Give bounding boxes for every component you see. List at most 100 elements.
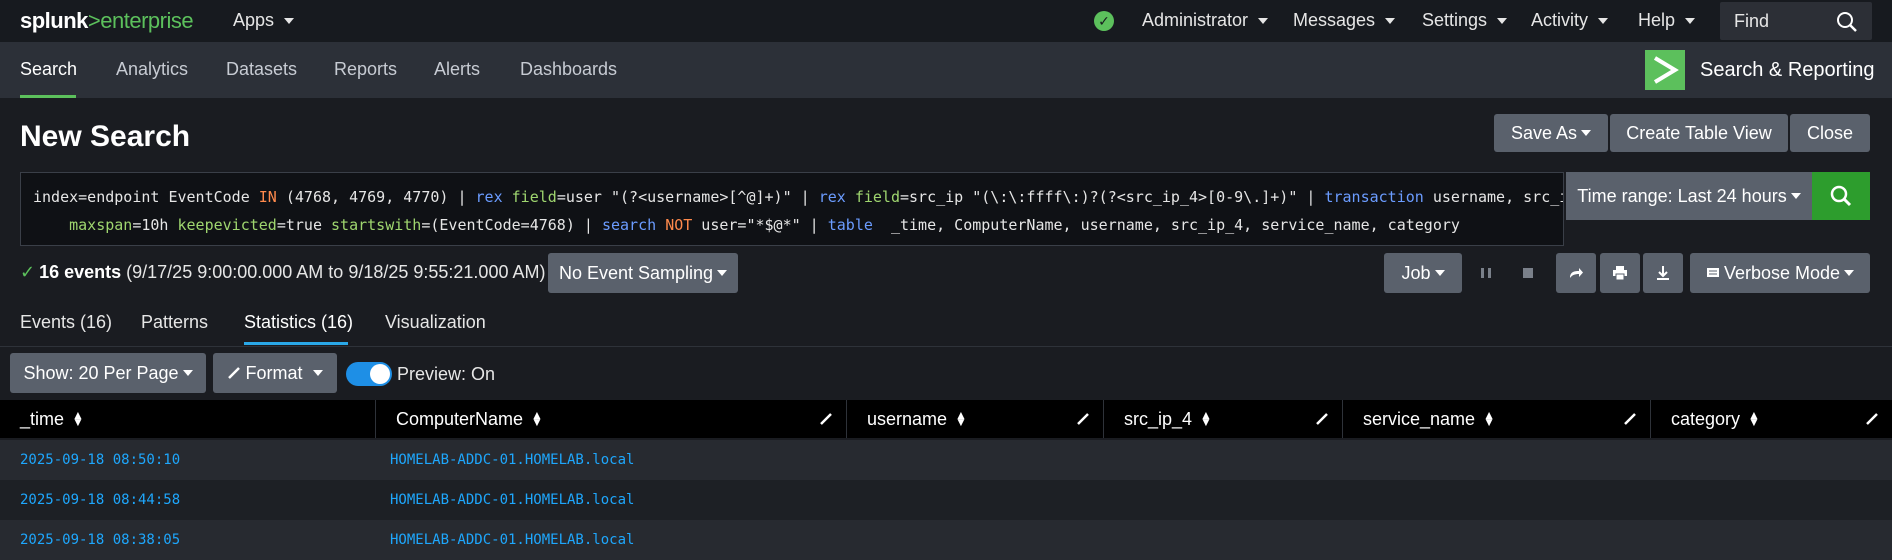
query-token: table [827, 216, 873, 234]
column-header-username[interactable]: username ▲ ▼ [847, 400, 1104, 438]
pencil-icon[interactable] [1864, 411, 1880, 427]
chevron-down-icon [1790, 193, 1801, 199]
search-reporting-app-icon [1645, 50, 1685, 90]
column-header-service-name[interactable]: service_name ▲ ▼ [1343, 400, 1651, 438]
tab-search[interactable]: Search [20, 59, 77, 80]
query-token: search [601, 216, 657, 234]
pencil-icon[interactable] [1622, 411, 1638, 427]
format-dropdown[interactable]: Format [213, 353, 337, 393]
search-query-editor[interactable]: index=endpoint EventCode IN (4768, 4769,… [20, 172, 1564, 246]
pencil-icon[interactable] [818, 411, 834, 427]
tab-statistics[interactable]: Statistics (16) [244, 312, 353, 333]
preview-toggle[interactable] [346, 362, 392, 386]
pencil-icon[interactable] [1075, 411, 1091, 427]
table-row: 2025-09-18 08:38:05 HOMELAB-ADDC-01.HOME… [0, 520, 1892, 560]
health-status-icon[interactable]: ✓ [1094, 11, 1114, 31]
user-menu[interactable]: Administrator [1142, 10, 1269, 31]
column-header-computername[interactable]: ComputerName ▲ ▼ [376, 400, 847, 438]
check-icon: ✓ [20, 262, 36, 282]
query-token: username, src_ip_4 [1432, 188, 1563, 206]
chevron-down-icon [1258, 17, 1269, 24]
top-bar: splunk>enterprise Apps ✓ Administrator M… [0, 0, 1892, 42]
share-button[interactable] [1556, 253, 1596, 293]
query-token: maxspan [69, 216, 133, 234]
search-mode-dropdown[interactable]: Verbose Mode [1690, 253, 1870, 293]
time-cell[interactable]: 2025-09-18 08:44:58 [20, 480, 180, 520]
query-token: =true [276, 216, 332, 234]
query-token: field [511, 188, 557, 206]
computername-cell[interactable]: HOMELAB-ADDC-01.HOMELAB.local [390, 480, 634, 520]
stop-button[interactable] [1510, 253, 1546, 293]
sort-icon: ▲ ▼ [955, 408, 967, 429]
preview-label: Preview: On [397, 364, 496, 384]
page-title: New Search [20, 120, 191, 153]
event-count: 16 events [39, 262, 122, 282]
chevron-down-icon [182, 370, 193, 376]
pencil-icon[interactable] [1314, 411, 1330, 427]
chevron-down-icon [1497, 17, 1508, 24]
tab-patterns[interactable]: Patterns [141, 312, 208, 333]
pause-button[interactable] [1468, 253, 1504, 293]
apps-menu[interactable]: Apps [233, 10, 295, 31]
job-menu[interactable]: Job [1384, 253, 1462, 293]
search-icon [1837, 12, 1857, 32]
help-menu[interactable]: Help [1638, 10, 1696, 31]
column-header-category[interactable]: category ▲ ▼ [1651, 400, 1892, 438]
sort-icon: ▲ ▼ [72, 408, 84, 429]
toggle-knob [370, 364, 390, 384]
active-tab-indicator [244, 342, 348, 345]
messages-menu[interactable]: Messages [1293, 10, 1396, 31]
query-token: =src_ip "(\:\:ffff\:)?(?<src_ip_4>[0-9\.… [900, 188, 1325, 206]
settings-menu[interactable]: Settings [1422, 10, 1508, 31]
divider [0, 346, 1892, 347]
chevron-down-icon [717, 270, 728, 276]
activity-menu[interactable]: Activity [1531, 10, 1609, 31]
computername-cell[interactable]: HOMELAB-ADDC-01.HOMELAB.local [390, 440, 634, 480]
column-header-src-ip-4[interactable]: src_ip_4 ▲ ▼ [1104, 400, 1343, 438]
tab-events[interactable]: Events (16) [20, 312, 112, 333]
time-range-picker[interactable]: Time range: Last 24 hours [1566, 172, 1812, 220]
search-icon [1830, 185, 1852, 207]
tab-analytics[interactable]: Analytics [116, 59, 188, 80]
close-button[interactable]: Close [1790, 114, 1870, 152]
create-table-view-button[interactable]: Create Table View [1610, 114, 1788, 152]
event-count-summary: ✓ 16 events (9/17/25 9:00:00.000 AM to 9/… [20, 262, 545, 283]
query-token: rex [818, 188, 846, 206]
query-token: (4768, 4769, 4770) | [276, 188, 476, 206]
column-header-time[interactable]: _time ▲ ▼ [0, 400, 376, 438]
message-icon [1706, 268, 1719, 277]
export-button[interactable] [1643, 253, 1683, 293]
chevron-down-icon [284, 17, 295, 24]
tab-datasets[interactable]: Datasets [226, 59, 297, 80]
query-token [33, 216, 69, 234]
tab-reports[interactable]: Reports [334, 59, 397, 80]
query-token: user="*$@*" | [692, 216, 828, 234]
share-icon [1570, 268, 1583, 278]
chevron-down-icon [1434, 270, 1445, 276]
save-as-button[interactable]: Save As [1494, 114, 1608, 152]
stop-icon [1523, 268, 1533, 278]
splunk-logo[interactable]: splunk>enterprise [20, 8, 194, 34]
tab-alerts[interactable]: Alerts [434, 59, 480, 80]
tab-dashboards[interactable]: Dashboards [520, 59, 617, 80]
query-token: IN [258, 188, 277, 206]
time-cell[interactable]: 2025-09-18 08:50:10 [20, 440, 180, 480]
query-line-1: index=endpoint EventCode IN (4768, 4769,… [33, 183, 1563, 211]
query-token: NOT [665, 216, 693, 234]
rows-per-page-dropdown[interactable]: Show: 20 Per Page [10, 353, 206, 393]
computername-cell[interactable]: HOMELAB-ADDC-01.HOMELAB.local [390, 520, 634, 560]
chevron-down-icon [1581, 130, 1592, 136]
print-button[interactable] [1600, 253, 1640, 293]
tab-visualization[interactable]: Visualization [385, 312, 486, 333]
run-search-button[interactable] [1812, 172, 1870, 220]
event-sampling-dropdown[interactable]: No Event Sampling [548, 253, 738, 293]
query-token: _time, ComputerName, username, src_ip_4,… [872, 216, 1460, 234]
find-input[interactable]: Find [1720, 2, 1872, 40]
paintbrush-icon [228, 367, 241, 379]
print-icon [1613, 266, 1627, 281]
pause-icon [1481, 268, 1491, 278]
chevron-down-icon [1385, 17, 1396, 24]
table-row: 2025-09-18 08:44:58 HOMELAB-ADDC-01.HOME… [0, 480, 1892, 520]
time-cell[interactable]: 2025-09-18 08:38:05 [20, 520, 180, 560]
query-token: transaction [1324, 188, 1424, 206]
